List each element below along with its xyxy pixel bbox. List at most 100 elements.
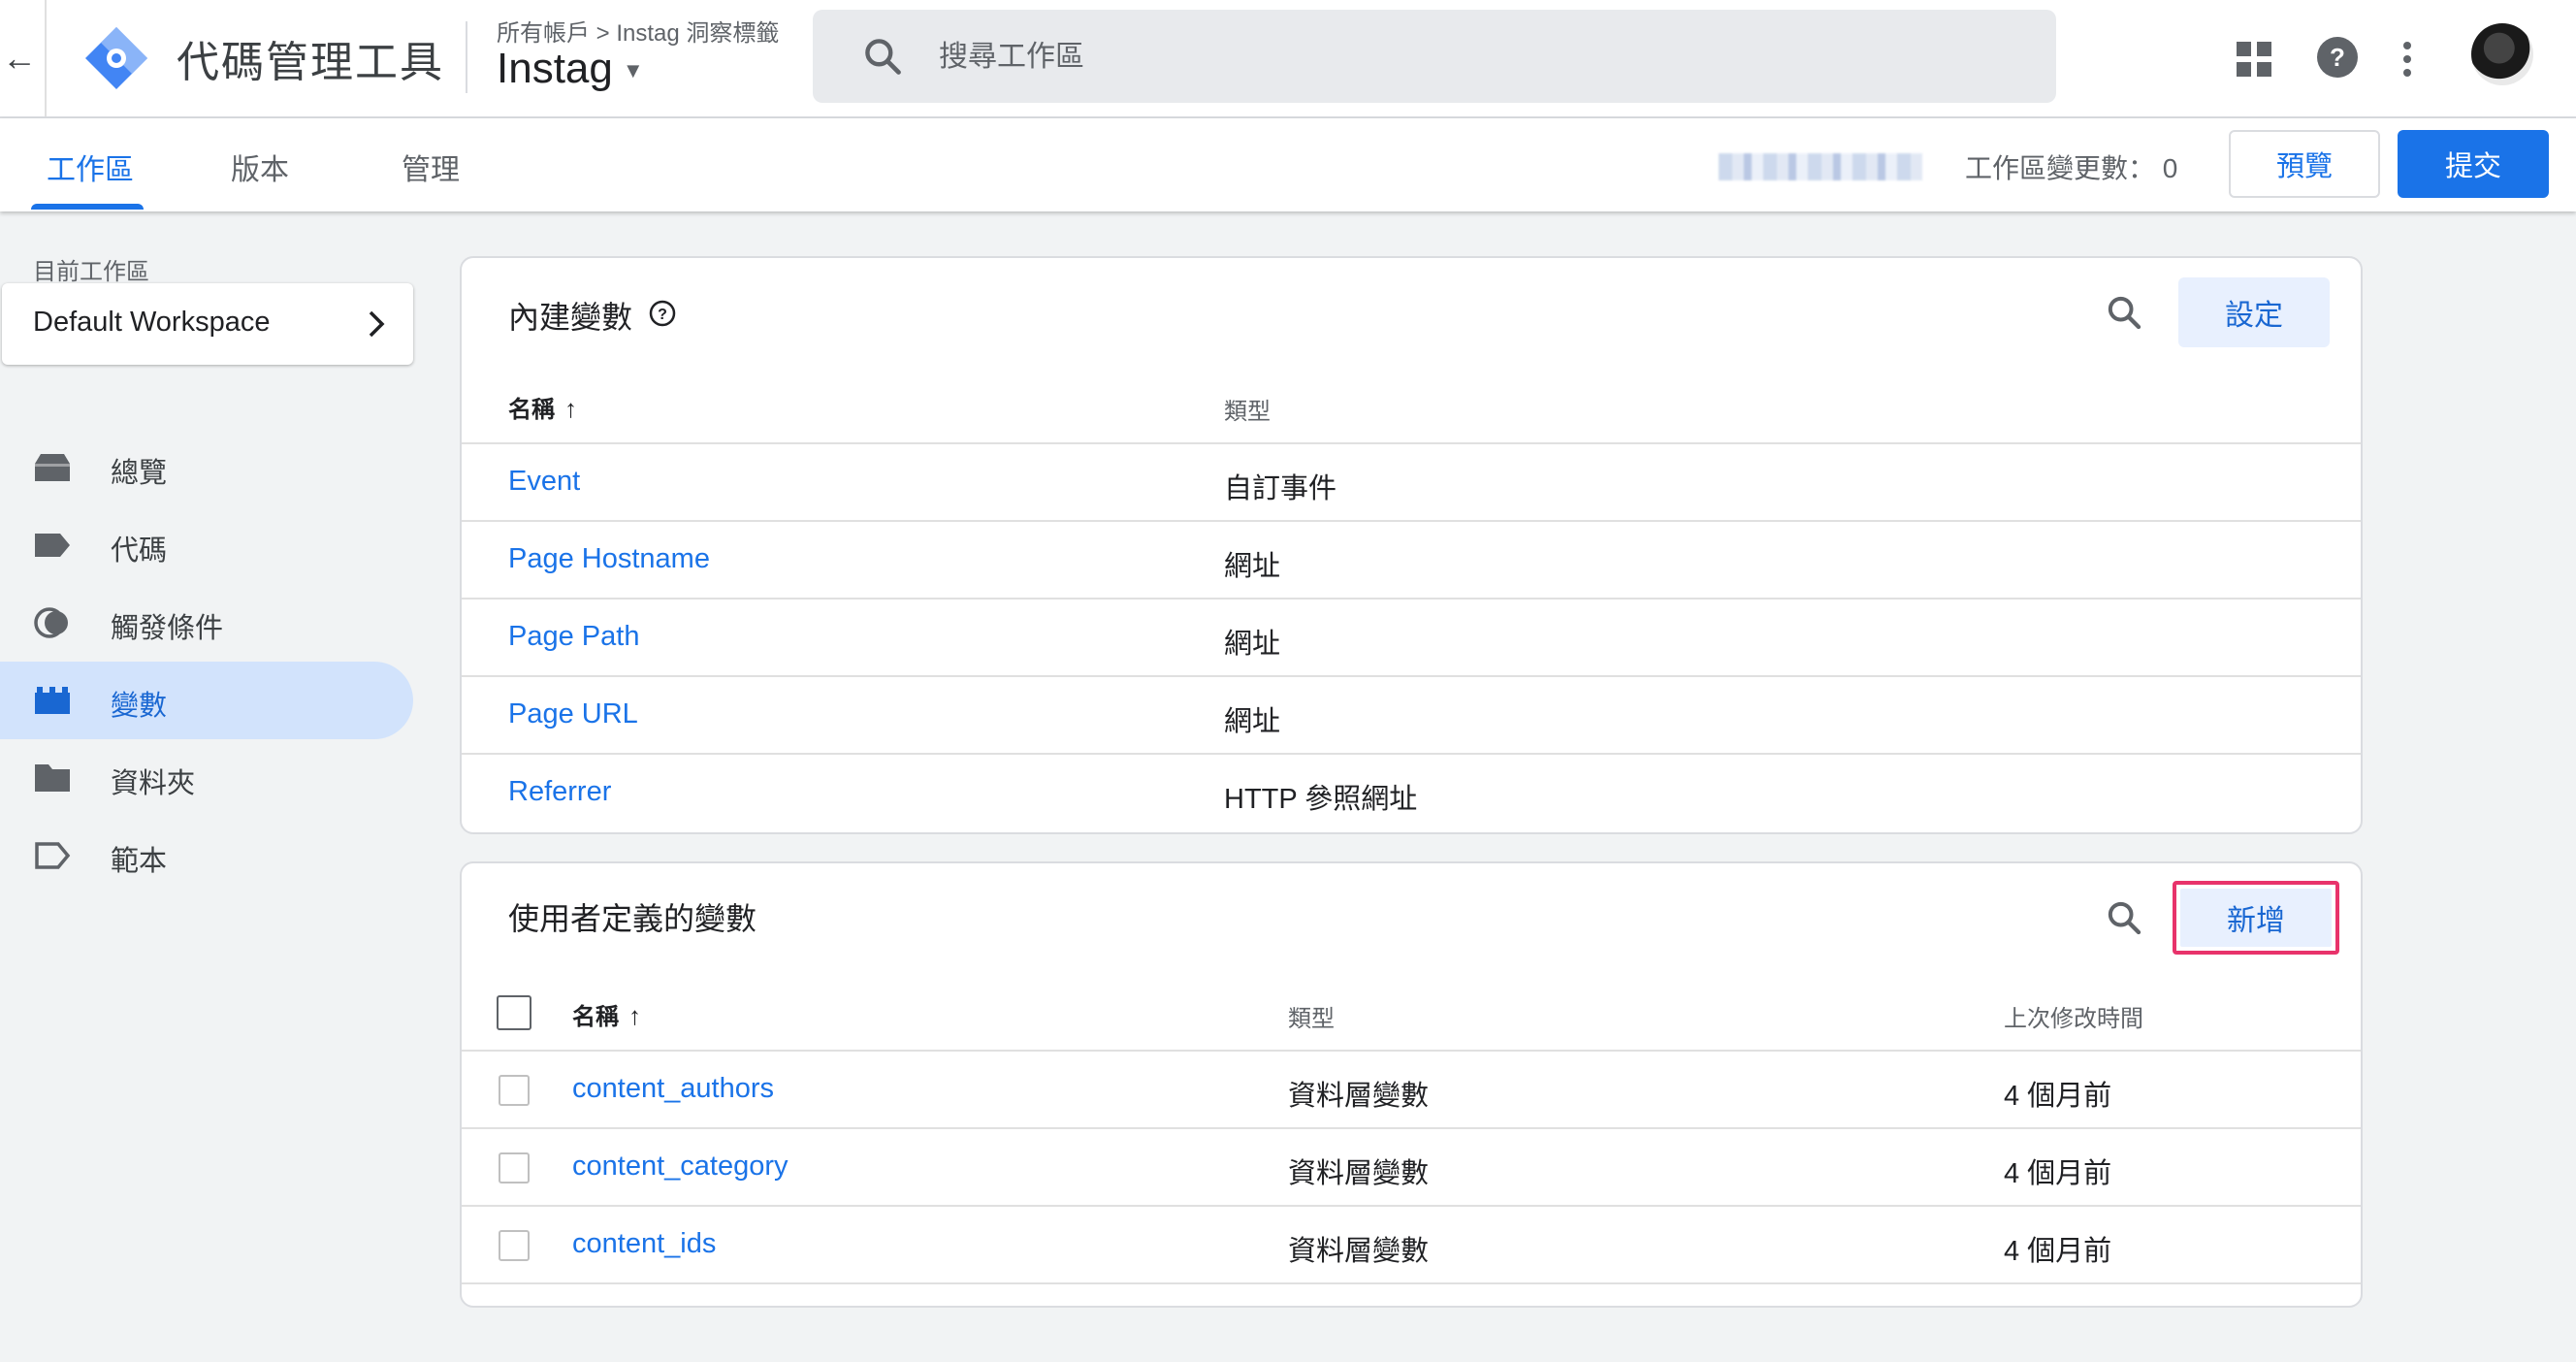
table-row[interactable]: Page URL 網址 bbox=[462, 675, 2361, 755]
sort-ascending-icon: ↑ bbox=[564, 394, 577, 423]
column-header-name[interactable]: 名稱 ↑ bbox=[572, 997, 641, 1031]
table-row[interactable]: content_category 資料層變數 4 個月前 bbox=[462, 1127, 2361, 1207]
row-checkbox[interactable] bbox=[499, 1230, 530, 1261]
table-row[interactable]: Page Hostname 網址 bbox=[462, 520, 2361, 600]
variable-name-link[interactable]: content_ids bbox=[572, 1228, 716, 1260]
divider bbox=[466, 21, 467, 93]
variable-name-link[interactable]: Event bbox=[508, 466, 580, 498]
sidebar-item-label: 總覽 bbox=[111, 458, 168, 489]
variable-name-link[interactable]: Page Hostname bbox=[508, 543, 710, 575]
help-circle-icon[interactable]: ? bbox=[648, 299, 677, 328]
column-header-last-modified: 上次修改時間 bbox=[2004, 1006, 2143, 1032]
template-icon bbox=[35, 842, 71, 869]
svg-text:?: ? bbox=[658, 307, 667, 323]
submit-button[interactable]: 提交 bbox=[2398, 130, 2549, 198]
user-defined-variables-card: 使用者定義的變數 新增 名稱 ↑ 類型 上次修改時間 content_author… bbox=[460, 861, 2363, 1308]
row-checkbox[interactable] bbox=[499, 1152, 530, 1184]
table-row[interactable]: Referrer HTTP 參照網址 bbox=[462, 753, 2361, 832]
sort-ascending-icon: ↑ bbox=[628, 1001, 641, 1030]
variable-type: 網址 bbox=[1224, 551, 1281, 582]
sidebar-item-label: 代碼 bbox=[111, 535, 168, 567]
more-vert-icon[interactable] bbox=[2396, 35, 2419, 83]
table-row[interactable]: Page Path 網址 bbox=[462, 598, 2361, 677]
variable-name-link[interactable]: content_category bbox=[572, 1151, 788, 1183]
row-checkbox[interactable] bbox=[499, 1075, 530, 1106]
new-variable-button[interactable]: 新增 bbox=[2180, 889, 2332, 947]
sidebar-item-triggers[interactable]: 觸發條件 bbox=[0, 584, 413, 662]
column-header-type: 類型 bbox=[1288, 1006, 1335, 1032]
variable-type: 自訂事件 bbox=[1224, 473, 1337, 504]
last-modified: 4 個月前 bbox=[2004, 1081, 2112, 1112]
search-icon[interactable] bbox=[2105, 898, 2143, 937]
top-header: ← 代碼管理工具 所有帳戶 > Instag 洞察標籤 Instag ▼ ? bbox=[0, 0, 2576, 118]
variable-type: 網址 bbox=[1224, 629, 1281, 660]
back-arrow-icon[interactable]: ← bbox=[0, 29, 39, 87]
svg-text:?: ? bbox=[2330, 43, 2345, 72]
builtin-variables-card: 內建變數 ? 設定 名稱 ↑ 類型 Event 自訂事件 Page Hostnam… bbox=[460, 256, 2363, 834]
select-all-checkbox[interactable] bbox=[497, 995, 531, 1030]
search-bar[interactable] bbox=[813, 10, 2056, 103]
column-label: 名稱 bbox=[572, 1004, 619, 1030]
sidebar-item-label: 觸發條件 bbox=[111, 613, 224, 644]
variable-name-link[interactable]: Page URL bbox=[508, 698, 638, 730]
table-row[interactable]: Event 自訂事件 bbox=[462, 442, 2361, 522]
last-modified: 4 個月前 bbox=[2004, 1236, 2112, 1267]
app-title[interactable]: 代碼管理工具 bbox=[177, 27, 444, 89]
apps-grid-icon[interactable] bbox=[2233, 35, 2275, 83]
sidebar-item-label: 變數 bbox=[111, 691, 168, 722]
help-icon[interactable]: ? bbox=[2316, 33, 2359, 81]
column-label: 名稱 bbox=[508, 397, 555, 423]
column-header-name[interactable]: 名稱 ↑ bbox=[508, 390, 577, 424]
tab-admin[interactable]: 管理 bbox=[402, 146, 460, 188]
sidebar-item-label: 資料夾 bbox=[111, 768, 196, 799]
table-row[interactable]: content_authors 資料層變數 4 個月前 bbox=[462, 1050, 2361, 1129]
search-icon bbox=[865, 39, 901, 75]
overview-icon bbox=[35, 454, 70, 481]
variable-name-link[interactable]: content_authors bbox=[572, 1073, 774, 1105]
sidebar-item-label: 範本 bbox=[111, 846, 168, 877]
tag-manager-logo-icon[interactable] bbox=[81, 23, 151, 93]
chevron-right-icon bbox=[369, 310, 385, 338]
workspace-name: Default Workspace bbox=[33, 307, 271, 338]
tab-workspace[interactable]: 工作區 bbox=[47, 146, 134, 188]
trigger-icon bbox=[34, 607, 68, 638]
tag-icon bbox=[35, 534, 70, 557]
last-modified: 4 個月前 bbox=[2004, 1158, 2112, 1189]
avatar[interactable] bbox=[2471, 23, 2533, 85]
new-button-highlight: 新增 bbox=[2173, 881, 2339, 955]
sidebar-item-overview[interactable]: 總覽 bbox=[0, 429, 413, 506]
container-selector[interactable]: Instag ▼ bbox=[497, 45, 644, 93]
divider bbox=[45, 0, 47, 116]
variable-name-link[interactable]: Page Path bbox=[508, 621, 639, 653]
variable-type: 網址 bbox=[1224, 706, 1281, 737]
workspace-selector[interactable]: Default Workspace bbox=[2, 283, 413, 365]
tab-bar: 工作區 版本 管理 工作區變更數： 0 預覽 提交 bbox=[0, 118, 2576, 211]
builtin-variables-title: 內建變數 bbox=[508, 300, 633, 335]
breadcrumb[interactable]: 所有帳戶 > Instag 洞察標籤 bbox=[497, 14, 779, 48]
preview-button[interactable]: 預覽 bbox=[2229, 130, 2380, 198]
tab-versions[interactable]: 版本 bbox=[231, 146, 289, 188]
sidebar-item-tags[interactable]: 代碼 bbox=[0, 506, 413, 584]
current-workspace-label: 目前工作區 bbox=[33, 259, 149, 285]
user-defined-variables-title: 使用者定義的變數 bbox=[508, 901, 757, 936]
blurred-container-id bbox=[1719, 153, 1922, 180]
sidebar-item-folders[interactable]: 資料夾 bbox=[0, 739, 413, 817]
variable-type: 資料層變數 bbox=[1288, 1236, 1430, 1267]
variable-icon bbox=[35, 687, 70, 714]
column-header-type: 類型 bbox=[1224, 399, 1271, 425]
variable-type: 資料層變數 bbox=[1288, 1081, 1430, 1112]
sidebar-item-templates[interactable]: 範本 bbox=[0, 817, 413, 894]
configure-button[interactable]: 設定 bbox=[2178, 277, 2330, 347]
variable-type: HTTP 參照網址 bbox=[1224, 784, 1418, 815]
active-tab-indicator bbox=[31, 204, 144, 210]
search-input[interactable] bbox=[937, 29, 2008, 85]
sidebar-item-variables[interactable]: 變數 bbox=[0, 662, 413, 739]
dropdown-arrow-icon: ▼ bbox=[622, 58, 644, 83]
table-row-divider bbox=[462, 1282, 2361, 1362]
table-row[interactable]: content_ids 資料層變數 4 個月前 bbox=[462, 1205, 2361, 1284]
variable-name-link[interactable]: Referrer bbox=[508, 776, 611, 808]
workspace-changes-count: 工作區變更數： 0 bbox=[1965, 153, 2178, 183]
search-icon[interactable] bbox=[2105, 293, 2143, 332]
folder-icon bbox=[35, 764, 70, 792]
variable-type: 資料層變數 bbox=[1288, 1158, 1430, 1189]
